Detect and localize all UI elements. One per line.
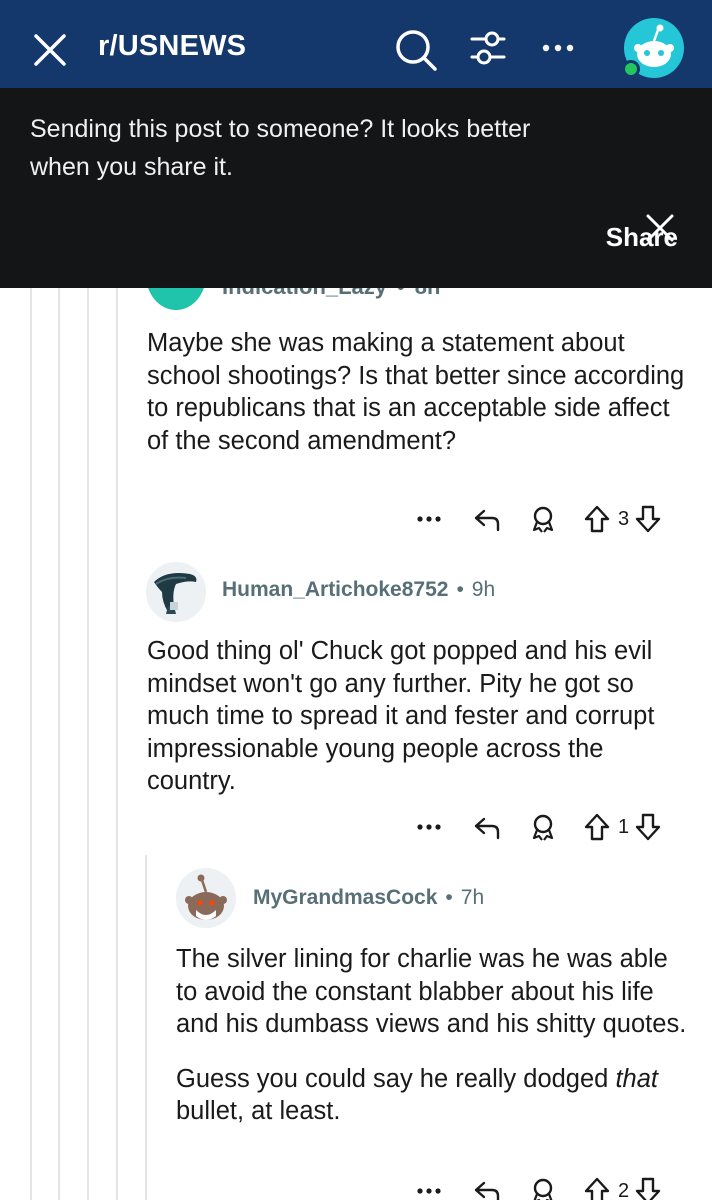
filter-icon[interactable] — [468, 28, 508, 68]
thread-line[interactable] — [145, 855, 147, 1200]
vote-count: 3 — [618, 507, 630, 530]
comment-actions: 2 — [414, 1174, 663, 1200]
comment-body: Good thing ol' Chuck got popped and his … — [147, 637, 655, 795]
thread-line[interactable] — [58, 288, 60, 1200]
downvote-icon[interactable] — [633, 502, 663, 536]
downvote-icon[interactable] — [633, 810, 663, 844]
comment-actions: 1 — [414, 810, 663, 844]
partial-comment-header: Indication_Lazy•8h — [0, 288, 712, 318]
vote-count: 1 — [618, 815, 630, 838]
app-header: r/USNEWS — [0, 0, 712, 88]
search-icon[interactable] — [394, 28, 438, 72]
comment-username[interactable]: MyGrandmasCock — [253, 886, 437, 910]
share-toast: Sending this post to someone? It looks b… — [0, 88, 712, 288]
vote-count: 2 — [618, 1179, 630, 1200]
meta-separator: • — [456, 578, 464, 601]
reply-icon[interactable] — [470, 810, 504, 844]
comment-meta: Human_Artichoke8752 • 9h — [222, 578, 495, 602]
downvote-icon[interactable] — [633, 1174, 663, 1200]
thread-line[interactable] — [30, 288, 32, 1200]
thread-line[interactable] — [116, 288, 118, 1200]
reply-icon[interactable] — [470, 502, 504, 536]
award-icon[interactable] — [526, 502, 560, 536]
share-button[interactable]: Share — [606, 222, 678, 253]
comment-body: The silver lining for charlie was he was… — [176, 943, 696, 1128]
avatar[interactable] — [146, 288, 206, 310]
avatar[interactable] — [146, 562, 206, 622]
comment-meta: MyGrandmasCock • 7h — [253, 886, 484, 910]
close-icon[interactable] — [30, 30, 70, 70]
more-icon[interactable] — [414, 810, 444, 844]
more-options-icon[interactable] — [538, 28, 578, 68]
comment-age: 7h — [460, 886, 485, 909]
more-icon[interactable] — [414, 1174, 444, 1200]
comment-paragraph: Guess you could say he really dodged tha… — [176, 1064, 658, 1126]
comment-actions: 3 — [414, 502, 663, 536]
reply-icon[interactable] — [470, 1174, 504, 1200]
comment-username[interactable]: Human_Artichoke8752 — [222, 578, 448, 602]
toast-message: Sending this post to someone? It looks b… — [30, 115, 531, 181]
upvote-icon[interactable] — [580, 1174, 614, 1200]
meta-separator: • — [445, 886, 453, 909]
upvote-icon[interactable] — [580, 502, 614, 536]
award-icon[interactable] — [526, 1174, 560, 1200]
thread-line[interactable] — [87, 288, 89, 1200]
comment-body: Maybe she was making a statement about s… — [147, 329, 685, 455]
subreddit-title[interactable]: r/USNEWS — [98, 30, 246, 63]
online-status-dot — [622, 60, 640, 78]
award-icon[interactable] — [526, 810, 560, 844]
avatar[interactable] — [176, 868, 236, 928]
upvote-icon[interactable] — [580, 810, 614, 844]
comment-age: 9h — [471, 578, 496, 601]
comment-paragraph: The silver lining for charlie was he was… — [176, 945, 687, 1038]
more-icon[interactable] — [414, 502, 444, 536]
comment-username[interactable]: Indication_Lazy•8h — [222, 288, 440, 300]
